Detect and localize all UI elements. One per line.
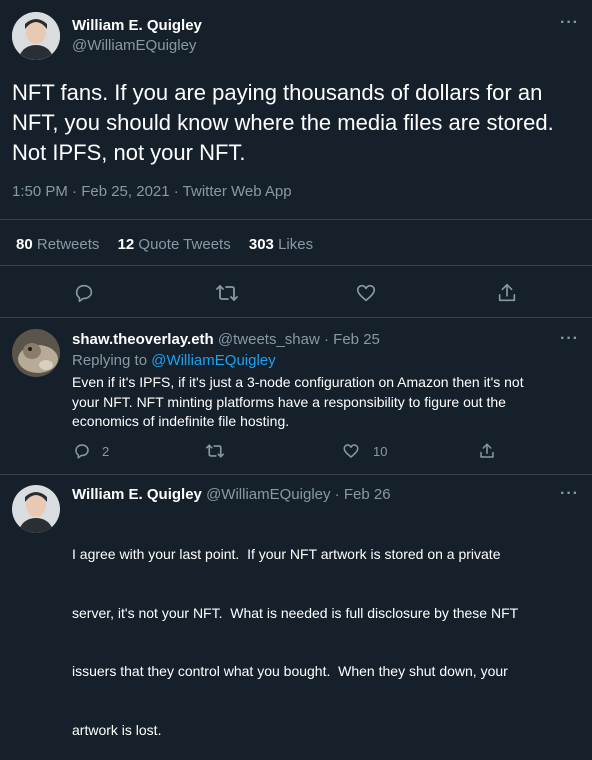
retweets-stat[interactable]: 80 Retweets bbox=[16, 236, 104, 253]
divider bbox=[0, 317, 592, 318]
reply-text-line: your NFT. NFT minting platforms have a r… bbox=[72, 393, 506, 410]
tweet-stats: 80 Retweets 12 Quote Tweets 303 Likes bbox=[16, 236, 313, 253]
tweet-meta[interactable]: 1:50 PM · Feb 25, 2021 · Twitter Web App bbox=[12, 183, 292, 200]
reply-author-name[interactable]: William E. Quigley bbox=[72, 486, 202, 503]
author-handle[interactable]: @WilliamEQuigley bbox=[72, 37, 196, 54]
reply-text: Even if it's IPFS, if it's just a 3-node… bbox=[72, 373, 587, 432]
heart-icon[interactable] bbox=[342, 442, 360, 460]
retweet-icon[interactable] bbox=[215, 282, 239, 304]
reply-text: I agree with your last point. If your NF… bbox=[72, 506, 587, 760]
reply-header: William E. Quigley @WilliamEQuigley · Fe… bbox=[72, 486, 391, 503]
reply-text-line: issuers that they control what you bough… bbox=[72, 663, 508, 679]
replying-to-label: Replying to bbox=[72, 352, 148, 369]
heart-icon[interactable] bbox=[355, 282, 377, 304]
likes-count: 303 bbox=[248, 236, 274, 253]
tweet-text-line: NFT, you should know where the media fil… bbox=[12, 110, 554, 135]
more-options-icon[interactable]: ··· bbox=[560, 330, 579, 348]
author-avatar[interactable] bbox=[12, 12, 60, 60]
quotes-label: Quote Tweets bbox=[138, 236, 231, 253]
divider bbox=[0, 474, 592, 475]
retweets-count: 80 bbox=[16, 236, 33, 253]
replying-to-handle[interactable]: @WilliamEQuigley bbox=[151, 352, 275, 369]
like-count: 10 bbox=[373, 444, 388, 459]
retweet-icon[interactable] bbox=[205, 442, 225, 460]
reply-author-handle[interactable]: @WilliamEQuigley bbox=[206, 486, 330, 503]
reply-text-line: artwork is lost. bbox=[72, 721, 162, 738]
quotes-stat[interactable]: 12 Quote Tweets bbox=[118, 236, 235, 253]
tweet-text-line: Not IPFS, not your NFT. bbox=[12, 140, 246, 165]
reply-text-line: server, it's not your NFT. What is neede… bbox=[72, 604, 519, 621]
likes-stat[interactable]: 303 Likes bbox=[249, 236, 313, 253]
likes-label: Likes bbox=[278, 236, 314, 253]
reply-text-line: economics of indefinite file hosting. bbox=[72, 413, 290, 429]
divider bbox=[0, 219, 592, 220]
reply-icon[interactable] bbox=[73, 442, 91, 460]
more-options-icon[interactable]: ··· bbox=[560, 14, 579, 32]
reply-avatar[interactable] bbox=[12, 329, 60, 377]
reply-author-handle[interactable]: @tweets_shaw bbox=[218, 331, 320, 348]
reply-text-line: I agree with your last point. If your NF… bbox=[72, 546, 501, 562]
reply-count: 2 bbox=[102, 444, 110, 459]
reply-icon[interactable] bbox=[73, 282, 95, 304]
reply-text-line: Even if it's IPFS, if it's just a 3-node… bbox=[72, 374, 524, 390]
tweet-text: NFT fans. If you are paying thousands of… bbox=[12, 78, 587, 168]
reply-date[interactable]: · Feb 26 bbox=[335, 486, 391, 503]
replying-to: Replying to @WilliamEQuigley bbox=[72, 352, 276, 369]
reply-date[interactable]: · Feb 25 bbox=[324, 331, 380, 348]
more-options-icon[interactable]: ··· bbox=[560, 485, 579, 503]
reply-author-name[interactable]: shaw.theoverlay.eth bbox=[72, 331, 214, 348]
divider bbox=[0, 265, 592, 266]
share-icon[interactable] bbox=[478, 442, 496, 460]
author-name[interactable]: William E. Quigley bbox=[72, 17, 202, 34]
reply-avatar[interactable] bbox=[12, 485, 60, 533]
share-icon[interactable] bbox=[496, 282, 518, 304]
tweet-text-line: NFT fans. If you are paying thousands of… bbox=[12, 80, 543, 105]
quotes-count: 12 bbox=[117, 236, 135, 253]
reply-header: shaw.theoverlay.eth @tweets_shaw · Feb 2… bbox=[72, 331, 380, 348]
retweets-label: Retweets bbox=[36, 236, 100, 253]
